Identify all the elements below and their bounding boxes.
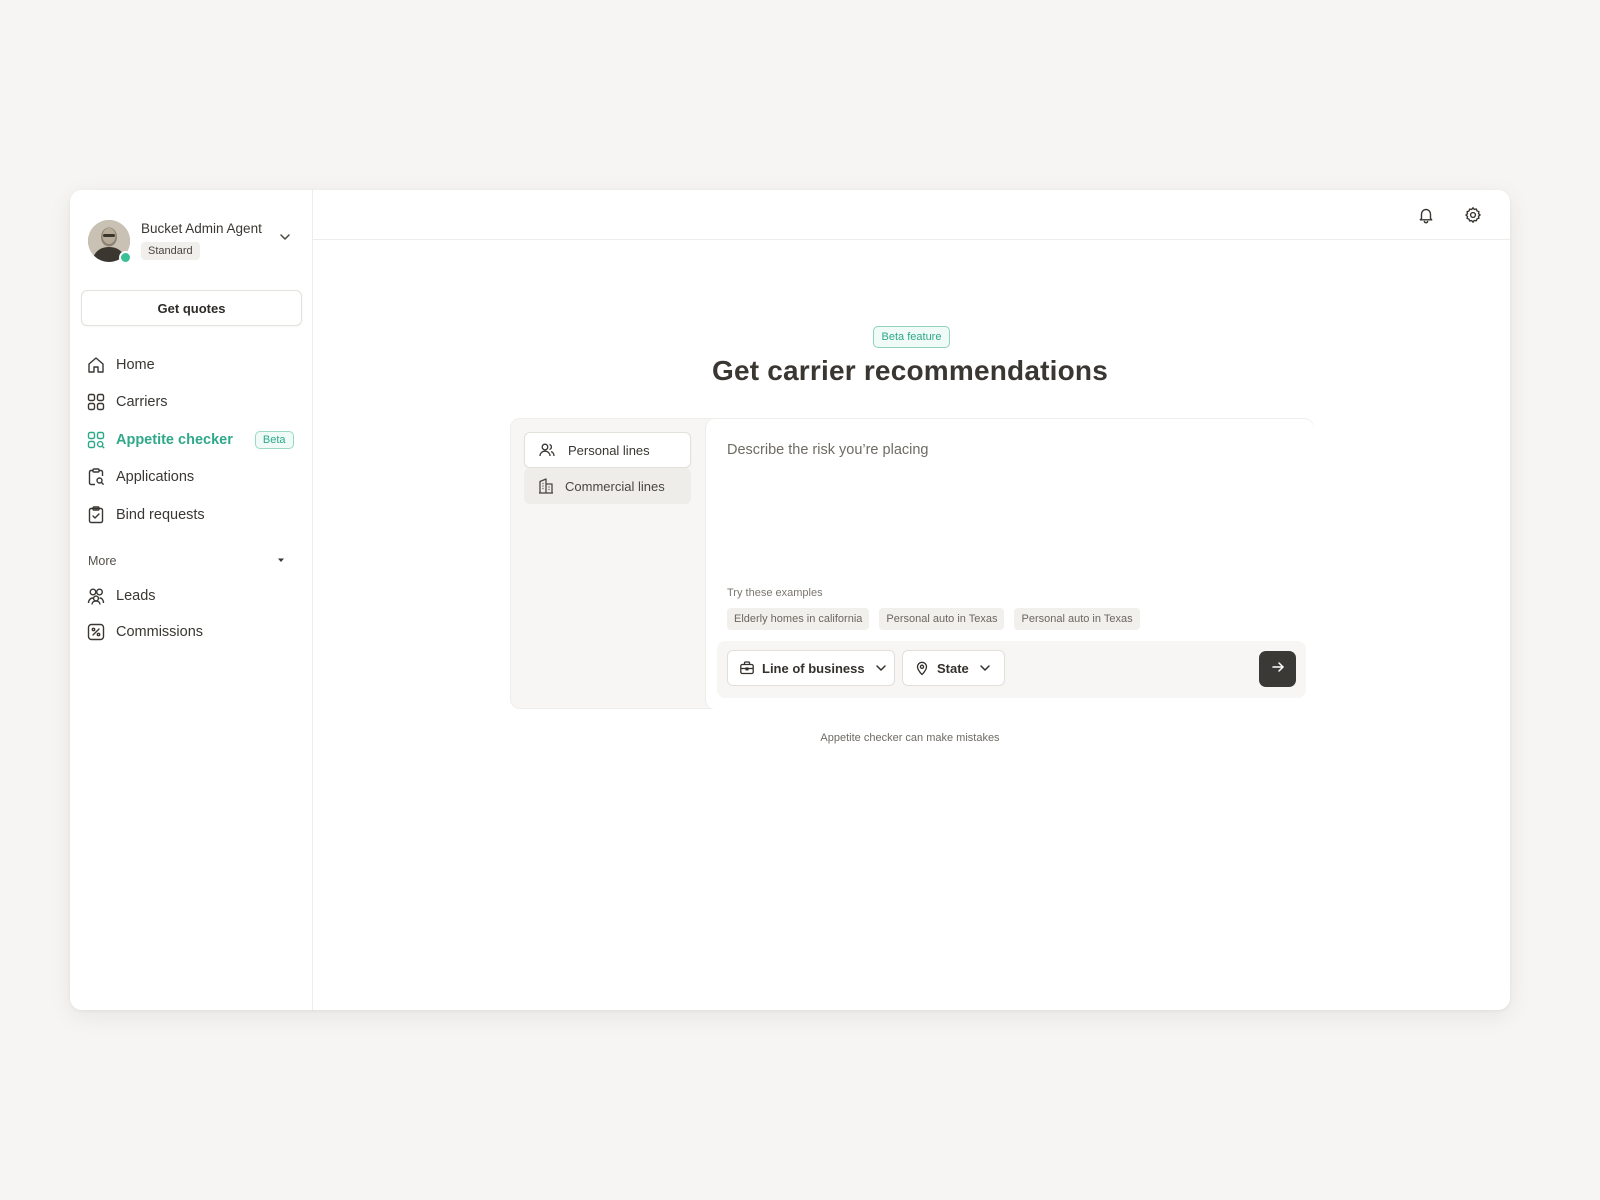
risk-composer: Describe the risk you’re placing Try the… [705,419,1314,709]
tab-label: Personal lines [568,442,650,458]
example-chip[interactable]: Personal auto in Texas [1014,608,1140,630]
profile-switcher[interactable]: Bucket Admin Agent Standard [88,220,298,264]
clipboard-check-icon [86,505,106,525]
grid-icon [86,392,106,412]
get-quotes-button[interactable]: Get quotes [81,290,302,326]
sidebar-item-label: Bind requests [116,506,205,523]
sidebar-item-label: Appetite checker [116,431,233,448]
appetite-panel: Personal lines Commercial lines Describe… [510,418,1314,709]
sidebar-item-label: Carriers [116,394,168,411]
chevron-down-icon [874,661,888,675]
arrow-right-icon [1271,660,1285,679]
online-status-dot [119,251,132,264]
sidebar-item-label: Commissions [116,624,204,640]
sidebar-item-applications[interactable]: Applications [86,459,296,497]
bell-icon[interactable] [1417,206,1435,229]
beta-badge: Beta [254,430,294,449]
sidebar-item-commissions[interactable]: Commissions [86,614,296,650]
beta-feature-badge: Beta feature [873,326,950,348]
line-of-business-dropdown[interactable]: Line of business [727,650,895,686]
caret-down-icon [276,554,286,568]
building-icon [537,477,555,495]
more-label: More [88,554,117,568]
tab-commercial-lines[interactable]: Commercial lines [524,468,691,504]
sidebar-item-label: Applications [116,469,195,486]
sidebar-item-carriers[interactable]: Carriers [86,384,296,422]
sidebar-nav: Home Carriers Appetite checker Beta Appl… [86,346,296,534]
sidebar-item-label: Leads [116,588,156,604]
map-pin-icon [914,660,930,676]
gear-icon[interactable] [1464,206,1482,229]
tab-personal-lines[interactable]: Personal lines [524,432,691,468]
topbar [313,190,1510,240]
users-icon [538,441,556,459]
example-chip[interactable]: Personal auto in Texas [879,608,1005,630]
submit-button[interactable] [1259,651,1296,687]
sidebar-item-leads[interactable]: Leads [86,578,296,614]
line-of-business-label: Line of business [762,660,865,676]
sidebar-more-nav: Leads Commissions [86,578,296,650]
sidebar-item-bind-requests[interactable]: Bind requests [86,496,296,534]
example-chips: Elderly homes in california Personal aut… [727,608,1150,630]
home-icon [86,355,106,375]
composer-action-bar: Line of business State [717,641,1306,698]
disclaimer-text: Appetite checker can make mistakes [820,732,1000,744]
profile-name: Bucket Admin Agent [141,221,262,236]
sidebar-item-label: Home [116,356,155,373]
tab-label: Commercial lines [565,478,665,494]
percent-icon [86,622,106,642]
example-chip[interactable]: Elderly homes in california [727,608,870,630]
sidebar-item-home[interactable]: Home [86,346,296,384]
more-section-toggle[interactable]: More [88,554,286,568]
sidebar: Bucket Admin Agent Standard Get quotes H… [70,190,313,1010]
avatar [88,220,132,264]
state-label: State [937,660,969,676]
risk-description-input[interactable]: Describe the risk you’re placing [727,442,928,458]
sidebar-item-appetite-checker[interactable]: Appetite checker Beta [86,421,296,459]
examples-label: Try these examples [727,587,823,599]
chevron-down-icon[interactable] [278,230,292,249]
appetite-icon [86,430,106,450]
clipboard-search-icon [86,467,106,487]
briefcase-icon [739,660,755,676]
app-window: Bucket Admin Agent Standard Get quotes H… [70,190,1510,1010]
plan-badge: Standard [141,242,200,260]
users-icon [86,586,106,606]
chevron-down-icon [978,661,992,675]
page-title: Get carrier recommendations [712,355,1108,386]
state-dropdown[interactable]: State [902,650,1005,686]
